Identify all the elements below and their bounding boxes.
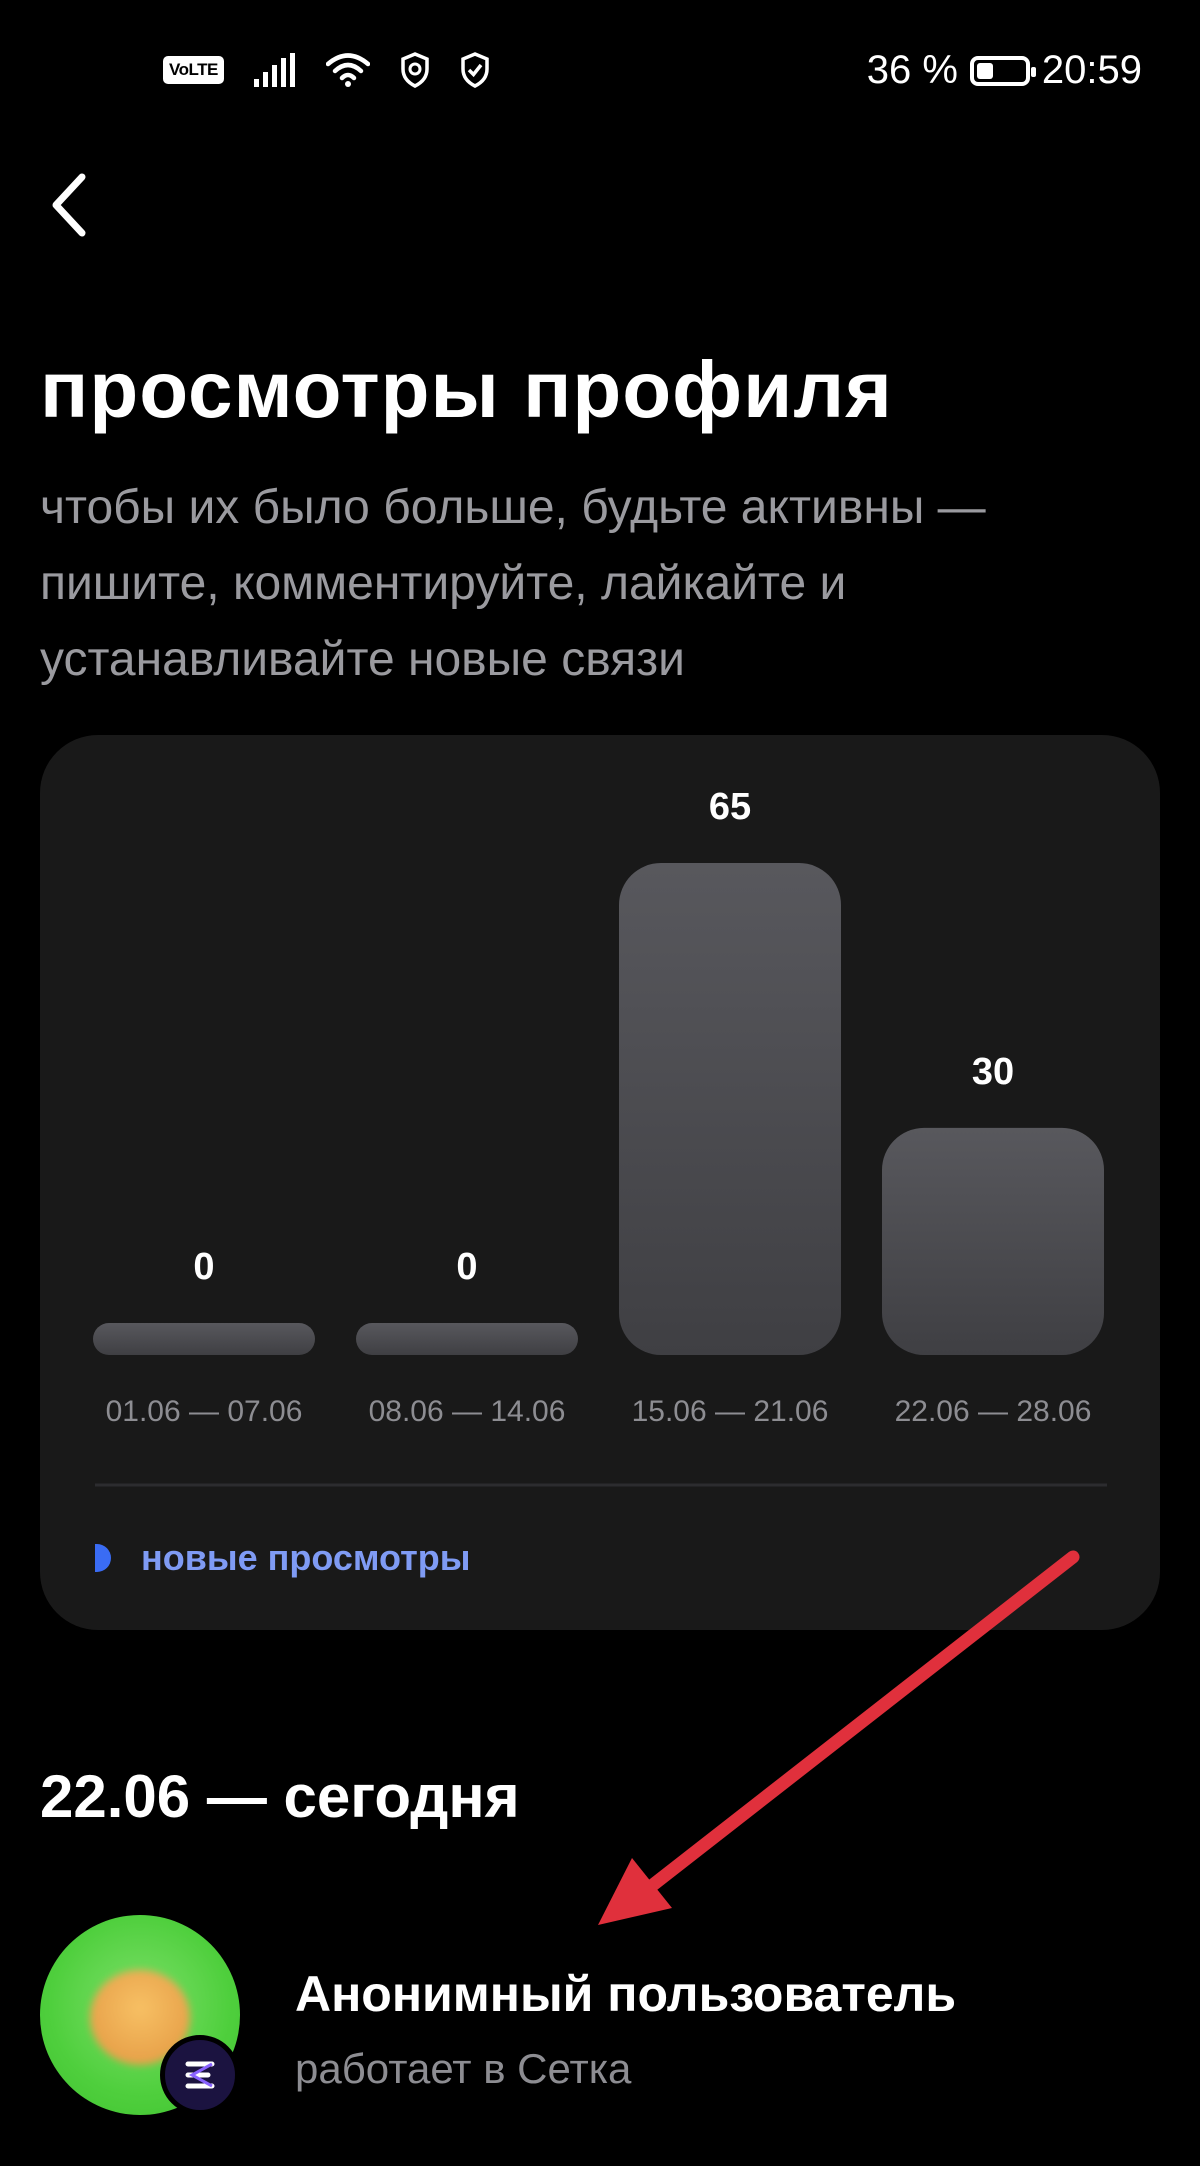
status-bar: VoLTE 36 % 20:59 bbox=[0, 0, 1200, 150]
page-subtitle: чтобы их было больше, будьте активны — п… bbox=[40, 481, 986, 686]
section-title: 22.06 — сегодня bbox=[40, 1763, 520, 1830]
user-name[interactable]: Анонимный пользователь bbox=[295, 1965, 956, 2023]
user-workplace: работает в Сетка bbox=[295, 2045, 632, 2092]
back-button[interactable] bbox=[40, 165, 110, 245]
signal-icon bbox=[253, 53, 295, 87]
bar-category-label: 15.06 — 21.06 bbox=[632, 1395, 829, 1428]
bar-value-label: 0 bbox=[193, 1246, 214, 1288]
chart-bar[interactable] bbox=[93, 1323, 315, 1355]
volte-badge: VoLTE bbox=[163, 56, 224, 84]
shield-icon bbox=[401, 52, 429, 88]
battery-icon bbox=[969, 55, 1036, 86]
chart-bar[interactable] bbox=[619, 863, 841, 1355]
chevron-left-icon bbox=[52, 173, 86, 237]
wifi-icon bbox=[325, 53, 370, 87]
status-time: 20:59 bbox=[1041, 48, 1142, 92]
battery-level-fill bbox=[976, 62, 994, 79]
setka-logo-icon bbox=[160, 2035, 240, 2115]
status-right: 36 % 20:59 bbox=[867, 48, 1142, 93]
bar-value-label: 0 bbox=[456, 1246, 477, 1288]
views-chart-card: 0 01.06 — 07.06 0 08.06 — 14.06 65 15.06 — 21… bbox=[40, 735, 1160, 1630]
bar-value-label: 65 bbox=[709, 786, 751, 828]
bar-category-label: 01.06 — 07.06 bbox=[106, 1395, 303, 1428]
shield-check-icon bbox=[461, 52, 489, 88]
chart-bar[interactable] bbox=[882, 1127, 1104, 1355]
status-left-icons: VoLTE bbox=[163, 52, 490, 88]
page-title: просмотры профиля bbox=[40, 345, 893, 434]
views-bar-chart: 0 01.06 — 07.06 0 08.06 — 14.06 65 15.06 — 21… bbox=[93, 786, 1107, 1487]
bar-category-label: 08.06 — 14.06 bbox=[369, 1395, 566, 1428]
bar-value-label: 30 bbox=[972, 1051, 1014, 1093]
chart-legend: новые просмотры bbox=[95, 1537, 471, 1579]
battery-percent: 36 % bbox=[866, 48, 958, 92]
bar-category-label: 22.06 — 28.06 bbox=[895, 1395, 1092, 1428]
legend-label: новые просмотры bbox=[141, 1537, 471, 1578]
legend-marker bbox=[95, 1544, 111, 1572]
chart-bar[interactable] bbox=[356, 1323, 578, 1355]
